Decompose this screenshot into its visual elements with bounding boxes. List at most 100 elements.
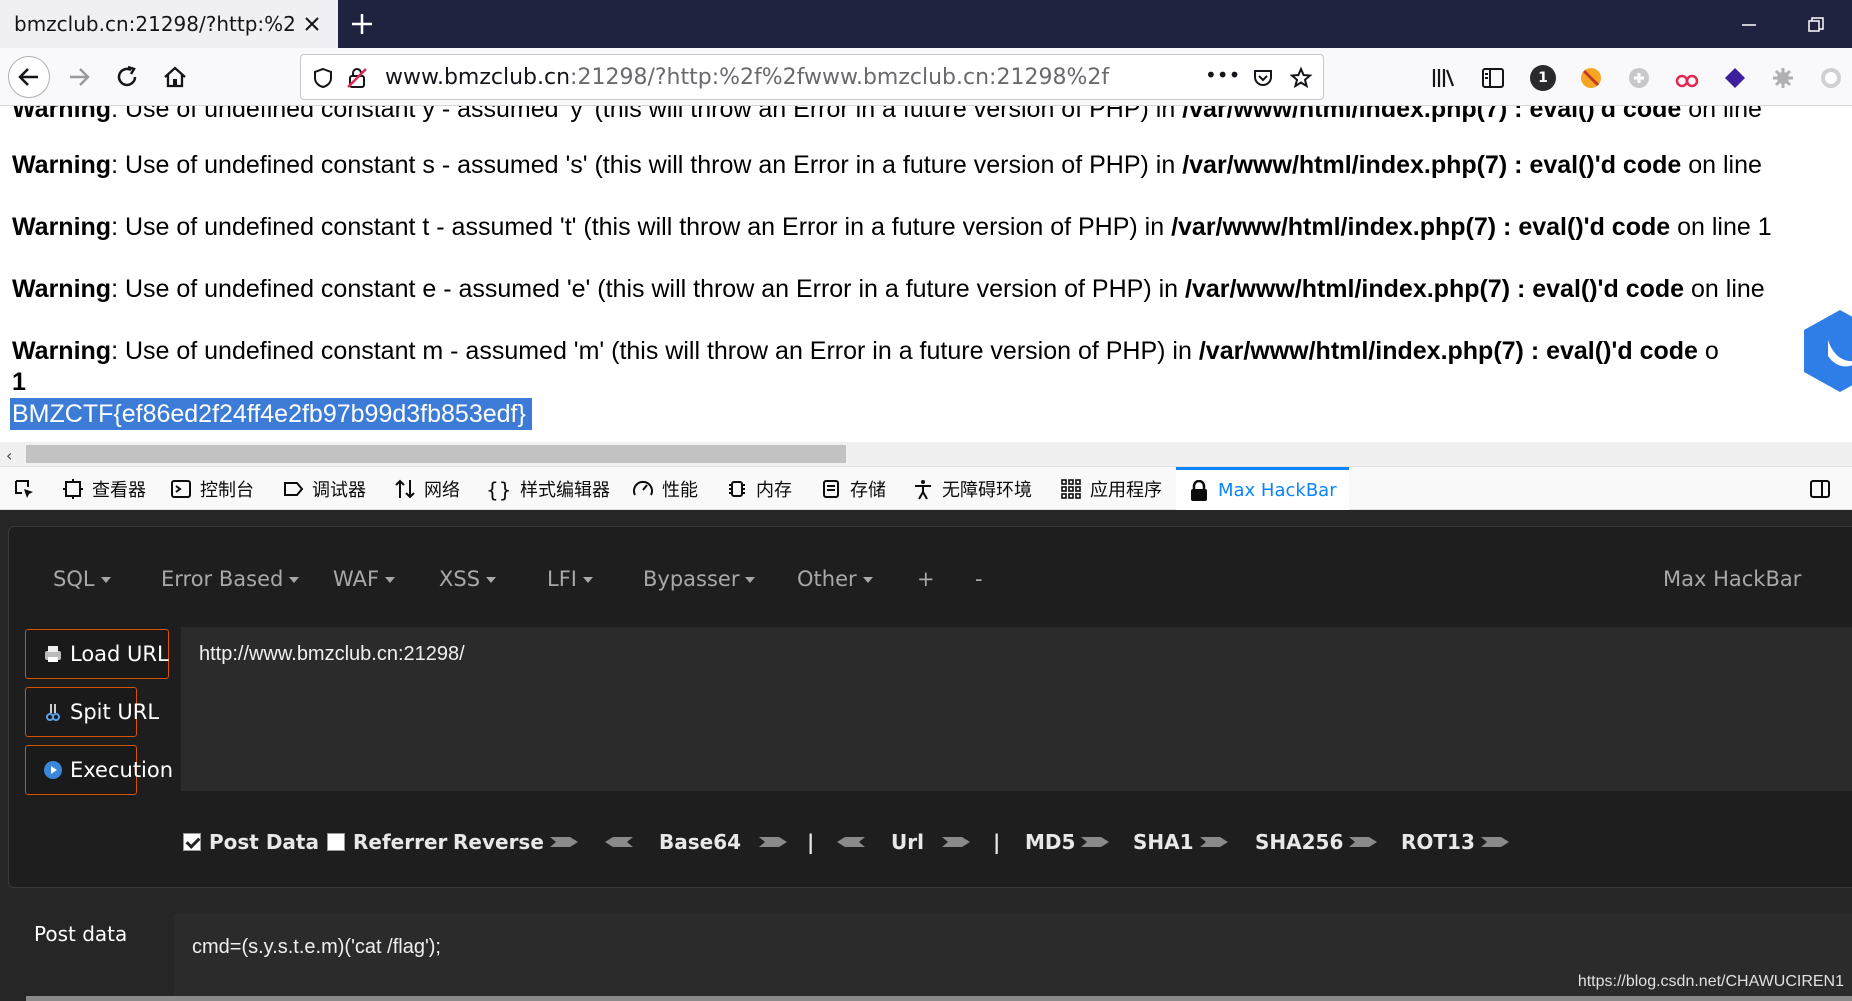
gear-extension-icon[interactable] — [1770, 65, 1796, 91]
horizontal-scrollbar[interactable]: ‹ — [0, 442, 1852, 466]
url-host: www.bmzclub.cn — [385, 65, 571, 90]
warning-line: Warning: Use of undefined constant y - a… — [12, 106, 1762, 123]
sha1-button[interactable]: SHA1 — [1133, 827, 1230, 857]
caret-down-icon — [289, 577, 300, 583]
menu-bypasser[interactable]: Bypasser — [643, 567, 756, 591]
forward-arrow-icon — [70, 68, 90, 86]
network-extension-icon[interactable] — [1674, 65, 1700, 91]
reverse-button[interactable]: Reverse — [453, 827, 580, 857]
menu-other[interactable]: Other — [797, 567, 873, 591]
tab-application[interactable]: 应用程序 — [1060, 467, 1162, 511]
url-textarea[interactable]: http://www.bmzclub.cn:21298/ — [181, 627, 1852, 791]
caret-down-icon — [100, 577, 111, 583]
menu-error-based[interactable]: Error Based — [161, 567, 300, 591]
menu-waf[interactable]: WAF — [333, 567, 396, 591]
new-tab-icon[interactable] — [348, 10, 376, 38]
tab-accessibility[interactable]: 无障碍环境 — [912, 467, 1032, 511]
caret-down-icon — [385, 577, 396, 583]
scroll-left-icon[interactable]: ‹ — [6, 446, 12, 465]
md5-button[interactable]: MD5 — [1025, 827, 1111, 857]
active-tab[interactable]: bmzclub.cn:21298/?http:%2f%2f — [0, 0, 338, 48]
menu-lfi[interactable]: LFI — [547, 567, 593, 591]
tab-max-hackbar[interactable]: Max HackBar — [1176, 467, 1349, 511]
checkbox-checked[interactable] — [183, 833, 201, 851]
play-icon — [44, 761, 62, 779]
puzzle-extension-icon[interactable] — [1626, 65, 1652, 91]
sha256-button[interactable]: SHA256 — [1255, 827, 1379, 857]
arrow-right-icon — [1081, 837, 1110, 847]
close-icon[interactable] — [300, 12, 324, 36]
tab-inspector[interactable]: 查看器 — [62, 467, 146, 511]
dock-side-icon[interactable] — [1808, 477, 1832, 501]
accessibility-icon — [915, 480, 931, 500]
checkbox-unchecked[interactable] — [327, 833, 345, 851]
split-url-button[interactable]: Spit URL — [25, 687, 159, 737]
tab-console[interactable]: 控制台 — [170, 467, 254, 511]
flag-text-selected[interactable]: BMZCTF{ef86ed2f24ff4e2fb97b99d3fb853edf} — [10, 398, 532, 430]
application-grid-icon — [1061, 479, 1081, 499]
console-icon — [171, 480, 191, 498]
pocket-icon[interactable] — [1251, 66, 1275, 90]
tab-performance[interactable]: 性能 — [632, 467, 698, 511]
tab-strip: bmzclub.cn:21298/?http:%2f%2f — [0, 0, 1852, 48]
minimize-icon[interactable] — [1738, 14, 1760, 36]
bookmark-star-icon[interactable] — [1289, 66, 1313, 90]
referrer-checkbox[interactable]: Referrer — [327, 827, 447, 857]
rot13-button[interactable]: ROT13 — [1401, 827, 1511, 857]
post-data-label: Post data — [34, 922, 128, 946]
url-text[interactable]: www.bmzclub.cn:21298/?http:%2f%2fwww.bmz… — [385, 65, 1109, 90]
memory-icon — [729, 481, 745, 497]
url-bar[interactable]: www.bmzclub.cn:21298/?http:%2f%2fwww.bmz… — [300, 54, 1324, 100]
menu-xss[interactable]: XSS — [439, 567, 497, 591]
load-url-button[interactable]: Load URL — [25, 629, 169, 679]
arrow-right-icon — [1349, 837, 1378, 847]
tab-debugger[interactable]: 调试器 — [282, 467, 366, 511]
hackbar-brand: Max HackBar — [1663, 567, 1802, 591]
reload-button[interactable] — [106, 56, 148, 98]
hackbar-container: SQL Error Based WAF XSS LFI Bypasser Oth… — [8, 526, 1852, 888]
execute-button[interactable]: Execution — [25, 745, 173, 795]
circle-extension-icon[interactable] — [1818, 65, 1844, 91]
tab-memory[interactable]: 内存 — [726, 467, 792, 511]
tab-style-editor[interactable]: {} 样式编辑器 — [486, 467, 610, 511]
reload-icon — [117, 65, 137, 87]
restore-icon[interactable] — [1805, 14, 1827, 36]
back-button[interactable] — [8, 56, 50, 98]
diamond-extension-icon[interactable] — [1722, 65, 1748, 91]
insecure-lock-icon[interactable] — [345, 66, 369, 90]
scrollbar-thumb[interactable] — [26, 445, 846, 463]
post-data-checkbox[interactable]: Post Data — [183, 827, 319, 857]
csdn-watermark: https://blog.csdn.net/CHAWUCIREN1 — [1577, 973, 1844, 990]
caret-down-icon — [486, 577, 497, 583]
tab-network[interactable]: 网络 — [394, 467, 460, 511]
caret-down-icon — [582, 577, 593, 583]
page-actions-icon[interactable]: ••• — [1205, 63, 1240, 87]
url-encode-group[interactable]: Url — [835, 827, 972, 857]
debugger-icon — [284, 482, 304, 496]
menu-plus[interactable]: + — [917, 567, 935, 591]
blocker-extension-icon[interactable] — [1578, 65, 1604, 91]
base64-group[interactable]: Base64 — [603, 827, 789, 857]
menu-sql[interactable]: SQL — [53, 567, 111, 591]
element-picker-icon[interactable] — [12, 477, 36, 501]
shield-icon[interactable] — [311, 66, 335, 90]
url-path: :21298/?http:%2f%2fwww.bmzclub.cn:21298%… — [570, 65, 1110, 90]
panel-scrollbar[interactable] — [26, 996, 1852, 1001]
forward-button[interactable] — [58, 56, 100, 98]
library-icon[interactable] — [1430, 65, 1456, 91]
arrow-left-icon — [605, 837, 633, 847]
notification-badge-icon[interactable]: 1 — [1530, 65, 1556, 91]
page-content: Warning: Use of undefined constant y - a… — [0, 106, 1852, 440]
warning-line: Warning: Use of undefined constant s - a… — [12, 151, 1762, 179]
back-arrow-icon — [18, 68, 38, 86]
separator: | — [807, 830, 815, 854]
post-data-value: cmd=(s.y.s.t.e.m)('cat /flag'); — [192, 936, 441, 958]
performance-icon — [633, 480, 653, 496]
home-button[interactable] — [154, 56, 196, 98]
tab-storage[interactable]: 存储 — [820, 467, 886, 511]
caret-down-icon — [862, 577, 873, 583]
sidebar-icon[interactable] — [1480, 65, 1506, 91]
menu-minus[interactable]: - — [975, 567, 983, 591]
floating-assistant-icon[interactable] — [1800, 306, 1852, 396]
braces-icon: {} — [486, 478, 512, 502]
